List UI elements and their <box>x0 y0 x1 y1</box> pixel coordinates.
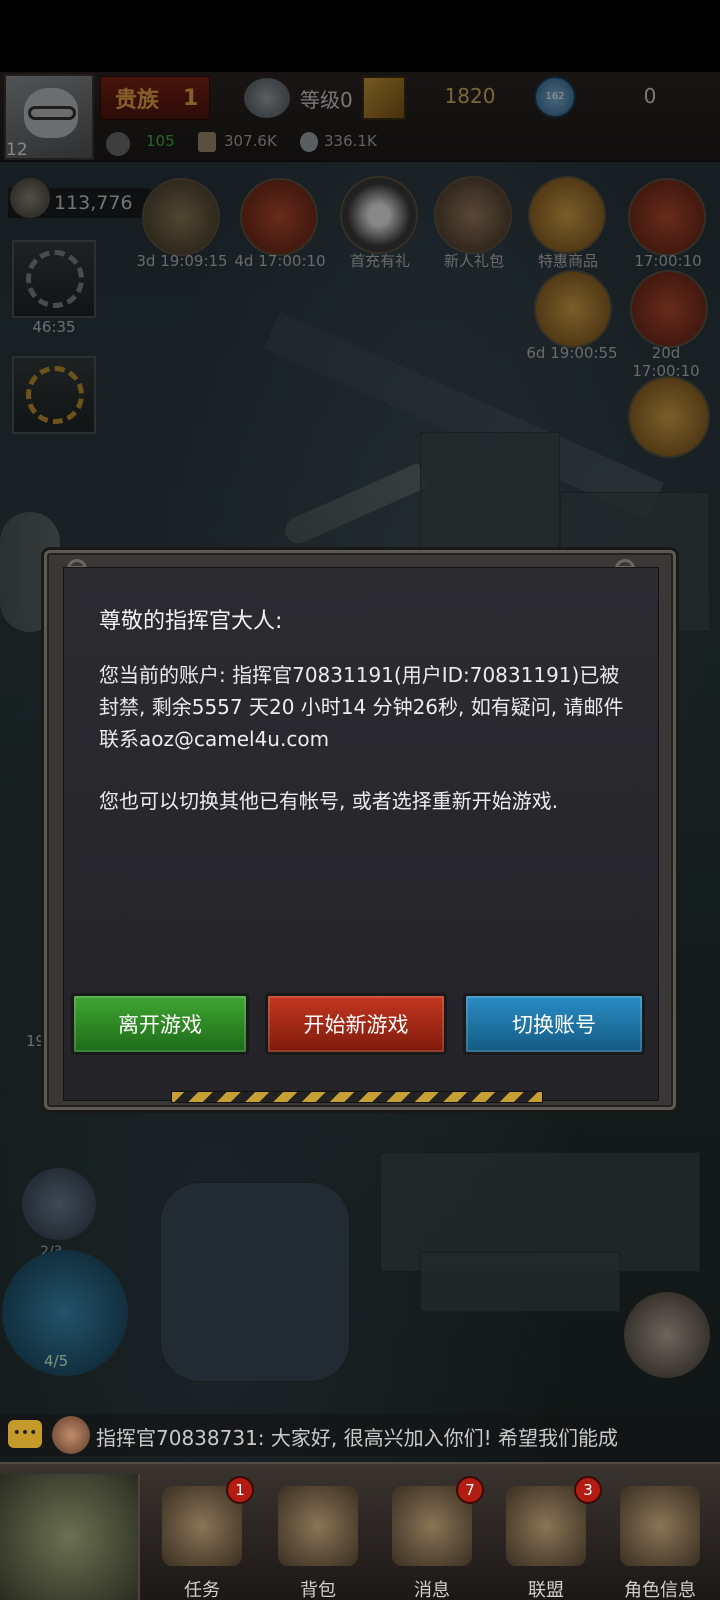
switch-account-button[interactable]: 切换账号 <box>463 993 645 1055</box>
alliance-icon <box>506 1486 586 1566</box>
start-new-game-button[interactable]: 开始新游戏 <box>265 993 447 1055</box>
world-map-button[interactable] <box>0 1474 140 1600</box>
nav-label: 联盟 <box>528 1580 564 1600</box>
chat-bubble-icon[interactable]: ••• <box>8 1420 42 1448</box>
backpack-icon <box>278 1486 358 1566</box>
nav-label: 角色信息 <box>624 1580 696 1600</box>
nav-character-info[interactable]: 角色信息 <box>604 1480 716 1600</box>
ban-message: 您当前的账户: 指挥官70831191(用户ID:70831191)已被封禁, … <box>99 663 624 751</box>
switch-hint-message: 您也可以切换其他已有帐号, 或者选择重新开始游戏. <box>99 789 559 813</box>
chat-message: 指挥官70838731: 大家好, 很高兴加入你们! 希望我们能成 <box>96 1426 618 1450</box>
dialog-greeting: 尊敬的指挥官大人: <box>99 609 283 634</box>
leave-game-button[interactable]: 离开游戏 <box>71 993 249 1055</box>
hazard-stripe <box>171 1091 543 1103</box>
nav-label: 消息 <box>414 1580 450 1600</box>
nav-label: 任务 <box>184 1580 220 1600</box>
notification-badge: 1 <box>226 1476 254 1504</box>
nav-backpack[interactable]: 背包 <box>262 1480 374 1600</box>
notification-badge: 7 <box>456 1476 484 1504</box>
character-icon <box>620 1486 700 1566</box>
nav-label: 背包 <box>300 1580 336 1600</box>
chat-sender-avatar <box>52 1416 90 1454</box>
notification-badge: 3 <box>574 1476 602 1504</box>
ban-notice-dialog: 尊敬的指挥官大人: 您当前的账户: 指挥官70831191(用户ID:70831… <box>44 550 676 1110</box>
